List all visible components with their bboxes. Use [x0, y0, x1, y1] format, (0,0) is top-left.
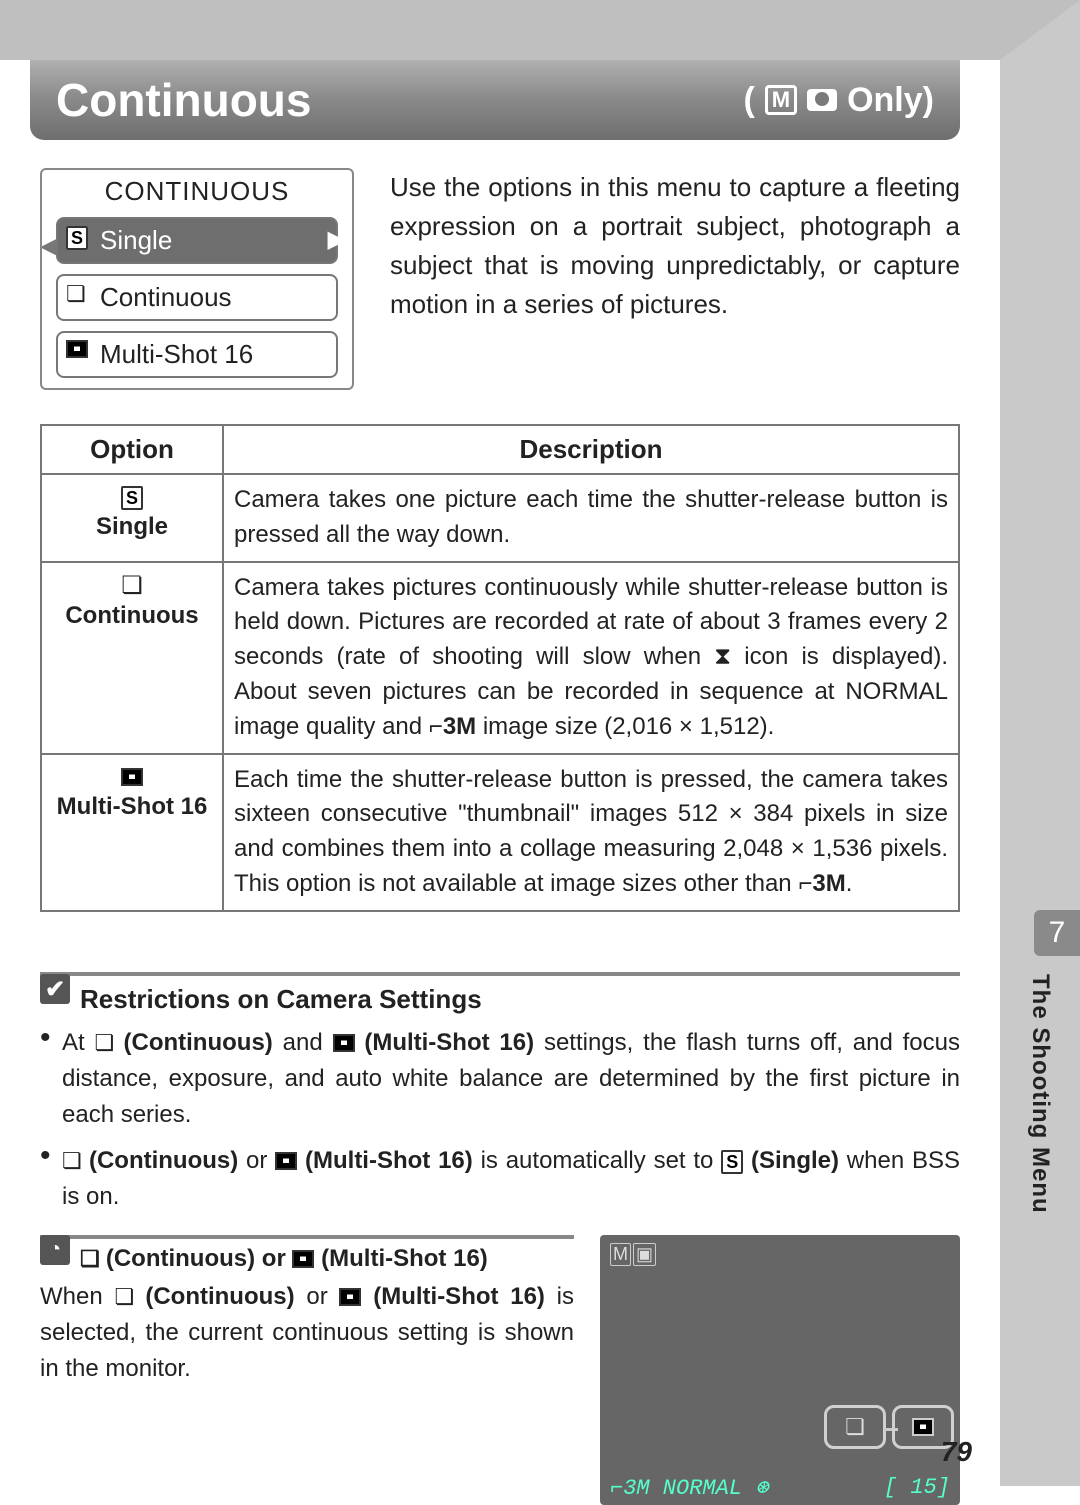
desc-continuous: Camera takes pictures continuously while… — [223, 562, 959, 754]
mode-only-label: (M Only) — [743, 81, 934, 120]
tip-column: ◔ ❏ (Continuous) or (Multi-Shot 16) When… — [40, 1235, 574, 1387]
continuous-inline-icon: ❏ — [95, 1030, 124, 1055]
multishot-icon — [66, 338, 88, 364]
tip-body: When ❏ (Continuous) or (Multi-Shot 16) i… — [40, 1279, 574, 1387]
chapter-label: The Shooting Menu — [1026, 974, 1054, 1214]
multishot-inline-icon — [275, 1152, 297, 1170]
opt-continuous: ❏ Continuous — [41, 562, 223, 754]
size-3m-icon: ⌐ — [429, 713, 443, 740]
tip-heading: ◔ ❏ (Continuous) or (Multi-Shot 16) — [40, 1235, 574, 1273]
multishot-row-icon — [52, 763, 212, 791]
lcd-menu: CONTINUOUS ◀ S Single ▶ SET ❏ Continuous… — [40, 168, 354, 390]
restriction-item-1: At ❏ (Continuous) and (Multi-Shot 16) se… — [40, 1025, 960, 1133]
size-3m-icon: ⌐ — [798, 870, 812, 897]
continuous-icon: ❏ — [66, 281, 86, 307]
section-banner: Continuous (M Only) — [30, 60, 960, 140]
restrictions-section: ✔ Restrictions on Camera Settings At ❏ (… — [40, 972, 960, 1215]
hourglass-icon: ⧗ — [714, 643, 731, 670]
tip-row: ◔ ❏ (Continuous) or (Multi-Shot 16) When… — [40, 1235, 960, 1505]
tip-icon: ◔ — [40, 1235, 70, 1265]
mode-m-icon: M — [765, 85, 797, 115]
monitor-status-right: [ 15] — [884, 1475, 950, 1501]
single-row-icon: S — [52, 483, 212, 511]
intro-text: Use the options in this menu to capture … — [390, 168, 960, 390]
options-table: Option Description S Single Camera takes… — [40, 424, 960, 912]
restrictions-heading: Restrictions on Camera Settings — [80, 984, 482, 1015]
continuous-inline-icon: ❏ — [80, 1246, 106, 1271]
multishot-inline-icon — [339, 1288, 361, 1306]
restrictions-list: At ❏ (Continuous) and (Multi-Shot 16) se… — [40, 1025, 960, 1215]
lcd-item-single: S Single ▶ SET — [56, 217, 338, 264]
monitor-status-left: ⌐3M NORMAL ⊛ — [610, 1475, 768, 1501]
desc-single: Camera takes one picture each time the s… — [223, 474, 959, 562]
monitor-preview: M▣ ❏ ⌐3M NORMAL ⊛ [ 15] — [600, 1235, 960, 1505]
caution-icon: ✔ — [40, 974, 70, 1004]
multishot-inline-icon — [292, 1250, 314, 1268]
lcd-item-multishot: Multi-Shot 16 — [56, 331, 338, 378]
col-description: Description — [223, 425, 959, 474]
desc-multishot: Each time the shutter-release button is … — [223, 754, 959, 911]
right-arrow-icon: ▶ — [328, 225, 346, 254]
chapter-number: 7 — [1034, 910, 1080, 956]
opt-multishot: Multi-Shot 16 — [41, 754, 223, 911]
single-inline-icon: S — [721, 1150, 743, 1174]
restriction-item-2: ❏ (Continuous) or (Multi-Shot 16) is aut… — [40, 1143, 960, 1215]
camera-icon — [807, 89, 837, 111]
continuous-inline-icon: ❏ — [62, 1148, 89, 1173]
section-title: Continuous — [56, 73, 312, 127]
single-icon: S — [66, 224, 88, 250]
opt-single: S Single — [41, 474, 223, 562]
intro-row: CONTINUOUS ◀ S Single ▶ SET ❏ Continuous… — [40, 168, 960, 390]
manual-page: Continuous (M Only) CONTINUOUS ◀ S Singl… — [0, 0, 1080, 1486]
monitor-mode-icons: M▣ — [610, 1243, 656, 1266]
continuous-row-icon: ❏ — [52, 571, 212, 600]
continuous-inline-icon: ❏ — [114, 1284, 145, 1309]
monitor-continuous-indicator: ❏ — [824, 1405, 886, 1449]
chapter-tab: 7 The Shooting Menu — [1000, 910, 1080, 1214]
col-option: Option — [41, 425, 223, 474]
page-number: 79 — [941, 1436, 972, 1468]
lcd-heading: CONTINUOUS — [42, 170, 352, 211]
lcd-item-continuous: ❏ Continuous — [56, 274, 338, 321]
multishot-inline-icon — [333, 1034, 355, 1052]
